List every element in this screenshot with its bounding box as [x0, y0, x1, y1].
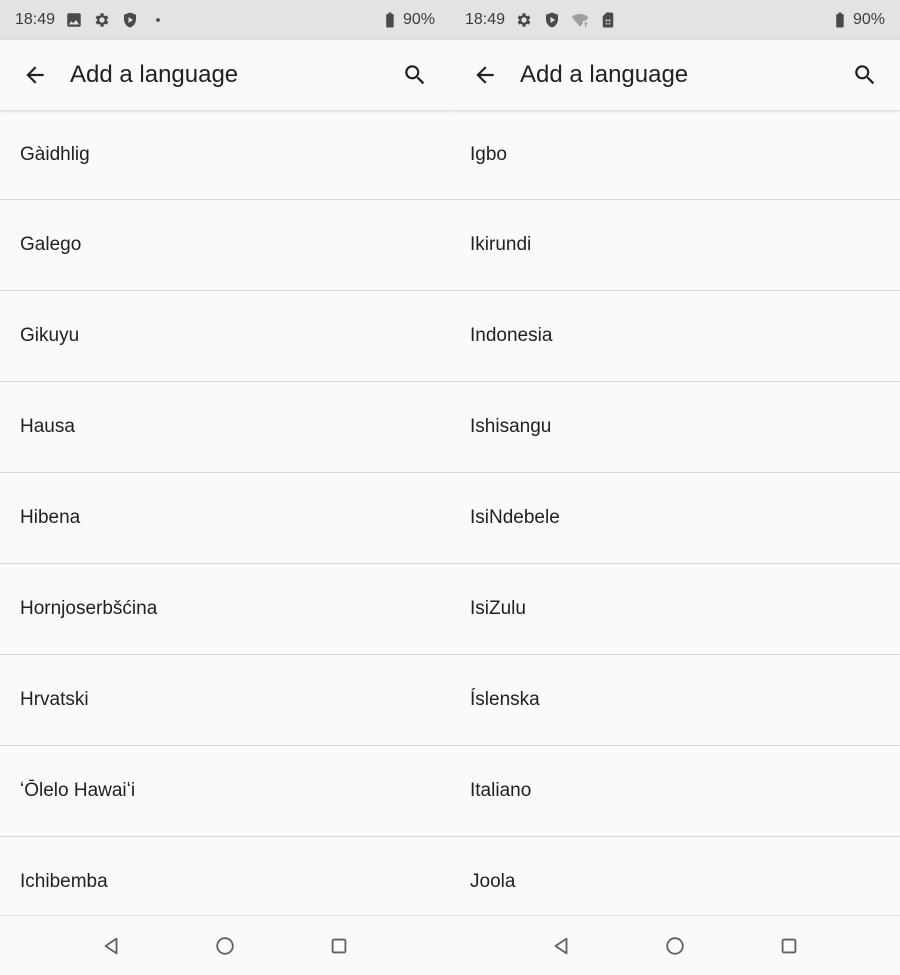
triangle-back-icon: [554, 937, 568, 955]
battery-icon: [831, 11, 849, 29]
list-item[interactable]: IsiNdebele: [450, 473, 900, 564]
app-bar: Add a language: [0, 40, 450, 110]
triangle-back-icon: [104, 937, 118, 955]
right-screen: 18:49 ? 90% Add a language Igbo Ikirundi…: [450, 0, 900, 975]
wifi-unknown-icon: ?: [571, 11, 589, 29]
nav-recents-button[interactable]: [328, 935, 350, 957]
search-button[interactable]: [830, 40, 900, 110]
list-item[interactable]: Indonesia: [450, 291, 900, 382]
battery-level: 90%: [402, 11, 435, 28]
circle-home-icon: [216, 937, 234, 955]
search-icon: [855, 65, 875, 85]
back-arrow-icon: [476, 66, 494, 84]
image-icon: [65, 11, 83, 29]
list-item[interactable]: IsiZulu: [450, 564, 900, 655]
nav-recents-button[interactable]: [778, 935, 800, 957]
list-item[interactable]: Hibena: [0, 473, 450, 564]
list-item[interactable]: Íslenska: [450, 655, 900, 746]
list-item[interactable]: Ishisangu: [450, 382, 900, 473]
circle-home-icon: [666, 937, 684, 955]
settings-icon: [515, 11, 533, 29]
list-item[interactable]: Igbo: [450, 110, 900, 200]
svg-text:?: ?: [584, 22, 588, 30]
list-item[interactable]: Hrvatski: [0, 655, 450, 746]
status-time: 18:49: [465, 11, 506, 28]
dot-icon: [149, 11, 167, 29]
sim-icon: [599, 11, 617, 29]
shield-icon: [121, 11, 139, 29]
back-arrow-icon: [26, 66, 44, 84]
left-screen: 18:49 90% Add a language Gàidhlig Galego…: [0, 0, 450, 975]
list-item[interactable]: Gàidhlig: [0, 110, 450, 200]
language-list: Igbo Ikirundi Indonesia Ishisangu IsiNde…: [450, 110, 900, 928]
list-item[interactable]: Ikirundi: [450, 200, 900, 291]
list-item[interactable]: Hornjoserbšćina: [0, 564, 450, 655]
status-bar: 18:49 90%: [0, 0, 450, 40]
search-button[interactable]: [380, 40, 450, 110]
navigation-bar: [450, 915, 900, 975]
navigation-bar: [0, 915, 450, 975]
page-title: Add a language: [70, 61, 239, 88]
settings-icon: [93, 11, 111, 29]
status-time: 18:49: [15, 11, 56, 28]
nav-home-button[interactable]: [214, 935, 236, 957]
list-item[interactable]: Italiano: [450, 746, 900, 837]
list-item[interactable]: Hausa: [0, 382, 450, 473]
battery-level: 90%: [852, 11, 885, 28]
search-icon: [405, 65, 425, 85]
nav-back-button[interactable]: [100, 935, 122, 957]
app-bar: Add a language: [450, 40, 900, 110]
list-item[interactable]: Galego: [0, 200, 450, 291]
language-list: Gàidhlig Galego Gikuyu Hausa Hibena Horn…: [0, 110, 450, 928]
nav-home-button[interactable]: [664, 935, 686, 957]
list-item[interactable]: ʻŌlelo Hawaiʻi: [0, 746, 450, 837]
nav-back-button[interactable]: [550, 935, 572, 957]
square-recents-icon: [781, 938, 797, 954]
square-recents-icon: [331, 938, 347, 954]
shield-icon: [543, 11, 561, 29]
page-title: Add a language: [520, 61, 689, 88]
battery-icon: [381, 11, 399, 29]
status-bar: 18:49 ? 90%: [450, 0, 900, 40]
list-item[interactable]: Gikuyu: [0, 291, 450, 382]
